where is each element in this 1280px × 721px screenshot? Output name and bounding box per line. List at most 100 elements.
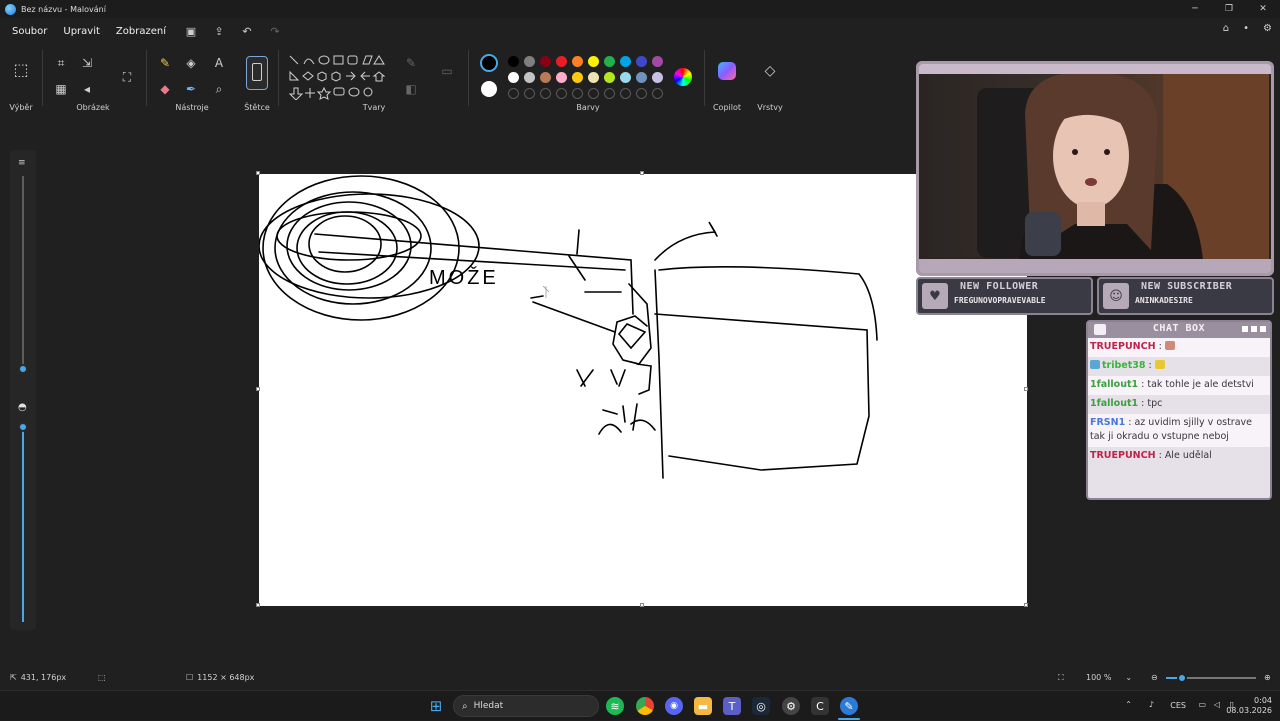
color-swatch[interactable]: [540, 56, 551, 67]
network-icon[interactable]: ▭: [1198, 700, 1206, 709]
color-picker-icon[interactable]: ✒: [182, 80, 200, 98]
edit-colors-icon[interactable]: [674, 68, 692, 86]
microphone-icon[interactable]: ♪: [1149, 700, 1154, 709]
resize-handle-top[interactable]: [640, 171, 644, 175]
app-icon[interactable]: ⚙: [782, 697, 800, 715]
fill-icon[interactable]: ◈: [182, 54, 200, 72]
zoom-slider[interactable]: [1166, 673, 1256, 683]
color-swatch[interactable]: [620, 56, 631, 67]
size-knob[interactable]: [18, 364, 28, 374]
menu-view[interactable]: Zobrazení: [116, 26, 166, 37]
custom-color-slot[interactable]: [508, 88, 519, 99]
brush-button[interactable]: [246, 56, 268, 90]
color-swatch[interactable]: [508, 56, 519, 67]
background-remove-icon[interactable]: ▦: [52, 80, 70, 98]
shape-fill-icon[interactable]: ◧: [402, 80, 420, 98]
resize-handle-bottom[interactable]: [640, 603, 644, 607]
custom-color-slot[interactable]: [572, 88, 583, 99]
zoom-in-icon[interactable]: ⊕: [1264, 673, 1271, 682]
clock[interactable]: 0:04 08.03.2026: [1226, 696, 1272, 716]
color-swatch[interactable]: [636, 72, 647, 83]
custom-color-slot[interactable]: [620, 88, 631, 99]
layers-icon[interactable]: ◇: [761, 62, 779, 80]
volume-icon[interactable]: ◁: [1214, 700, 1220, 709]
settings-icon[interactable]: ⚙: [1263, 23, 1272, 34]
secondary-color[interactable]: [481, 81, 497, 97]
copilot-icon[interactable]: [718, 62, 736, 80]
color-swatch[interactable]: [604, 72, 615, 83]
color-swatch[interactable]: [524, 56, 535, 67]
share-icon[interactable]: ⇪: [212, 24, 226, 38]
color-swatch[interactable]: [588, 72, 599, 83]
minimize-icon[interactable]: ─: [1178, 0, 1212, 18]
resize-handle-top-left[interactable]: [256, 171, 260, 175]
custom-color-slot[interactable]: [556, 88, 567, 99]
pencil-icon[interactable]: ✎: [156, 54, 174, 72]
windows-start-icon[interactable]: ⊞: [427, 697, 445, 715]
discord-icon[interactable]: ◉: [665, 697, 683, 715]
color-swatch[interactable]: [556, 56, 567, 67]
selection-icon[interactable]: ⬚: [12, 60, 30, 79]
color-swatch[interactable]: [652, 56, 663, 67]
redo-icon[interactable]: ↷: [268, 24, 282, 38]
image-generator-icon[interactable]: ⛶: [118, 68, 136, 86]
color-swatch[interactable]: [556, 72, 567, 83]
menu-edit[interactable]: Upravit: [63, 26, 100, 37]
restore-icon[interactable]: ❐: [1212, 0, 1246, 18]
color-swatch[interactable]: [636, 56, 647, 67]
color-swatch[interactable]: [540, 72, 551, 83]
outline-icon[interactable]: ✎: [402, 54, 420, 72]
taskbar-search[interactable]: ⌕ Hledat: [453, 695, 599, 717]
color-swatch[interactable]: [508, 72, 519, 83]
ccleaner-icon[interactable]: C: [811, 697, 829, 715]
color-swatch[interactable]: [588, 56, 599, 67]
fit-to-window-icon[interactable]: ⛶: [1058, 673, 1064, 683]
resize-handle-bottom-left[interactable]: [256, 603, 260, 607]
drawing-canvas[interactable]: MOŽE: [256, 171, 1028, 607]
custom-color-slot[interactable]: [604, 88, 615, 99]
custom-color-slot[interactable]: [540, 88, 551, 99]
eraser-icon[interactable]: ◆: [156, 80, 174, 98]
color-swatch[interactable]: [604, 56, 615, 67]
crop-icon[interactable]: ⌗: [52, 54, 70, 72]
save-icon[interactable]: ▣: [184, 24, 198, 38]
shapes-gallery[interactable]: [288, 54, 392, 100]
text-icon[interactable]: A: [210, 54, 228, 72]
rotate-icon[interactable]: ◂: [78, 80, 96, 98]
color-swatch[interactable]: [652, 72, 663, 83]
brush-size-slider[interactable]: ≡ ◓: [10, 150, 36, 630]
undo-icon[interactable]: ↶: [240, 24, 254, 38]
color-swatch[interactable]: [620, 72, 631, 83]
color-swatch[interactable]: [572, 56, 583, 67]
resize-icon[interactable]: ⇲: [78, 54, 96, 72]
shape-style-icon[interactable]: ▭: [438, 62, 456, 80]
chevron-up-icon[interactable]: ⌃: [1125, 700, 1132, 709]
language-indicator[interactable]: CES: [1170, 701, 1186, 710]
zoom-dropdown[interactable]: 100 % ⌄: [1086, 673, 1132, 682]
file-explorer-icon[interactable]: ▬: [694, 697, 712, 715]
steam-icon[interactable]: ◎: [752, 697, 770, 715]
image-group-label: Obrázek: [76, 103, 110, 112]
custom-color-slot[interactable]: [652, 88, 663, 99]
close-icon[interactable]: ✕: [1246, 0, 1280, 18]
zoom-out-icon[interactable]: ⊖: [1151, 673, 1158, 682]
resize-handle-bottom-right[interactable]: [1024, 603, 1028, 607]
paint-taskbar-icon[interactable]: ✎: [840, 697, 858, 715]
teams-icon[interactable]: T: [723, 697, 741, 715]
magnifier-icon[interactable]: ⌕: [210, 80, 228, 98]
chrome-icon[interactable]: [636, 697, 654, 715]
custom-color-slot[interactable]: [524, 88, 535, 99]
primary-color[interactable]: [480, 54, 498, 72]
custom-color-slot[interactable]: [588, 88, 599, 99]
spotify-icon[interactable]: ≋: [606, 697, 624, 715]
feedback-icon[interactable]: ⌂: [1223, 23, 1229, 34]
resize-handle-left[interactable]: [256, 387, 260, 391]
resize-handle-right[interactable]: [1024, 387, 1028, 391]
custom-color-slot[interactable]: [636, 88, 647, 99]
opacity-knob[interactable]: [18, 422, 28, 432]
color-swatch[interactable]: [524, 72, 535, 83]
color-swatch[interactable]: [572, 72, 583, 83]
menu-file[interactable]: Soubor: [12, 26, 47, 37]
account-icon[interactable]: •: [1243, 23, 1249, 34]
zoom-slider-knob[interactable]: [1177, 673, 1188, 683]
